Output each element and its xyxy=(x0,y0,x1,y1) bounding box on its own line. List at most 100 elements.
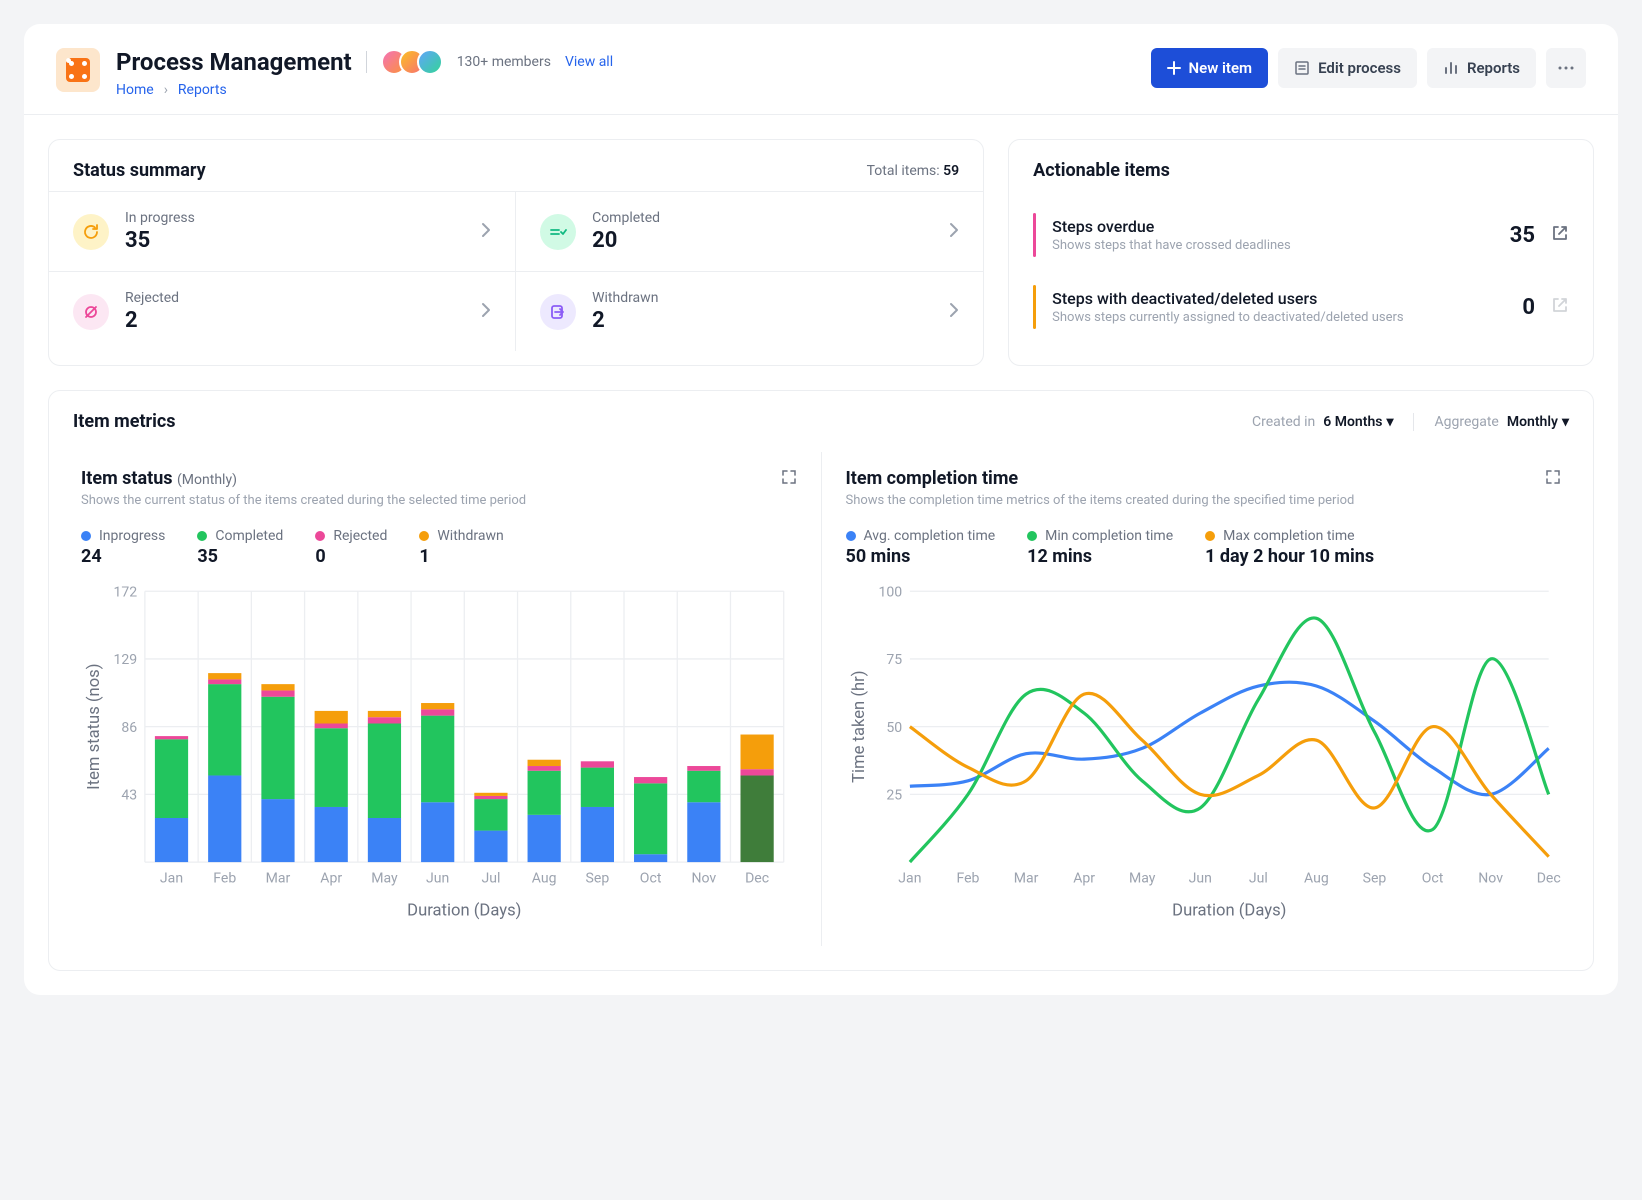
refresh-icon xyxy=(73,214,109,250)
svg-text:Feb: Feb xyxy=(956,871,979,887)
status-cell-completed[interactable]: Completed 20 xyxy=(516,192,983,272)
accent-bar xyxy=(1033,213,1036,257)
svg-text:Jan: Jan xyxy=(160,871,183,887)
legend-dot xyxy=(197,531,207,541)
legend-dot xyxy=(1027,531,1037,541)
aggregate-label: Aggregate xyxy=(1434,414,1498,430)
actionable-card: Actionable items Steps overdue Shows ste… xyxy=(1008,139,1594,366)
member-avatars[interactable] xyxy=(381,49,443,75)
legend-label: Withdrawn xyxy=(437,528,503,544)
new-item-button[interactable]: New item xyxy=(1151,48,1269,88)
svg-text:Mar: Mar xyxy=(266,871,291,887)
svg-text:Item status (nos): Item status (nos) xyxy=(85,663,104,789)
breadcrumb-reports[interactable]: Reports xyxy=(178,82,227,98)
legend-label: Inprogress xyxy=(99,528,165,544)
edit-process-button[interactable]: Edit process xyxy=(1278,48,1417,88)
chevron-right-icon xyxy=(481,222,491,242)
bar-chart-icon xyxy=(1443,60,1459,76)
svg-text:75: 75 xyxy=(886,652,902,668)
actionable-subtitle: Shows steps currently assigned to deacti… xyxy=(1052,310,1506,325)
svg-text:Oct: Oct xyxy=(1421,871,1443,887)
svg-text:50: 50 xyxy=(886,720,902,736)
status-label: Rejected xyxy=(125,290,465,306)
check-icon xyxy=(540,214,576,250)
status-label: In progress xyxy=(125,210,465,226)
view-all-link[interactable]: View all xyxy=(565,54,613,70)
exit-icon xyxy=(540,294,576,330)
status-label: Withdrawn xyxy=(592,290,933,306)
status-value: 35 xyxy=(125,228,465,253)
open-external-icon[interactable] xyxy=(1551,224,1569,246)
status-cell-rejected[interactable]: Rejected 2 xyxy=(49,272,516,351)
svg-text:86: 86 xyxy=(121,720,137,736)
actionable-item[interactable]: Steps overdue Shows steps that have cros… xyxy=(1033,199,1569,271)
created-in-dropdown[interactable]: 6 Months▾ xyxy=(1323,414,1393,430)
legend-value: 35 xyxy=(197,546,283,567)
chevron-right-icon xyxy=(949,222,959,242)
legend-label: Min completion time xyxy=(1045,528,1173,544)
chevron-right-icon: › xyxy=(164,82,168,98)
legend-value: 1 xyxy=(419,546,503,567)
avatar xyxy=(417,49,443,75)
more-button[interactable] xyxy=(1546,48,1586,88)
status-value: 2 xyxy=(125,308,465,333)
status-cell-withdrawn[interactable]: Withdrawn 2 xyxy=(516,272,983,351)
caret-down-icon: ▾ xyxy=(1386,414,1393,430)
svg-text:Dec: Dec xyxy=(1536,871,1560,887)
new-item-label: New item xyxy=(1189,59,1253,77)
legend-label: Rejected xyxy=(333,528,387,544)
svg-text:Sep: Sep xyxy=(1362,871,1386,887)
svg-text:Nov: Nov xyxy=(691,871,716,887)
legend-label: Completed xyxy=(215,528,283,544)
svg-text:Aug: Aug xyxy=(1304,871,1329,887)
legend-dot xyxy=(315,531,325,541)
legend-value: 50 mins xyxy=(846,546,996,567)
svg-text:May: May xyxy=(371,871,398,887)
app-logo xyxy=(56,48,100,92)
reports-button[interactable]: Reports xyxy=(1427,48,1536,88)
item-metrics-title: Item metrics xyxy=(73,411,176,432)
item-status-title: Item status (Monthly) xyxy=(81,468,237,489)
actionable-title: Steps overdue xyxy=(1052,217,1494,236)
svg-text:Aug: Aug xyxy=(532,871,557,887)
svg-text:129: 129 xyxy=(114,652,138,668)
expand-icon[interactable] xyxy=(781,469,797,489)
legend-value: 0 xyxy=(315,546,387,567)
svg-text:Jan: Jan xyxy=(898,871,921,887)
reports-label: Reports xyxy=(1467,59,1520,77)
chevron-right-icon xyxy=(949,302,959,322)
legend-value: 12 mins xyxy=(1027,546,1173,567)
svg-text:Jul: Jul xyxy=(1248,871,1267,887)
status-value: 20 xyxy=(592,228,933,253)
svg-text:172: 172 xyxy=(114,584,138,600)
legend-dot xyxy=(81,531,91,541)
aggregate-dropdown[interactable]: Monthly▾ xyxy=(1507,414,1569,430)
item-metrics-card: Item metrics Created in 6 Months▾ Aggreg… xyxy=(48,390,1594,971)
actionable-count: 0 xyxy=(1522,295,1535,320)
breadcrumb-home[interactable]: Home xyxy=(116,82,154,98)
chevron-right-icon xyxy=(481,302,491,322)
legend-item: Inprogress 24 xyxy=(81,528,165,567)
status-cell-in-progress[interactable]: In progress 35 xyxy=(49,192,516,272)
actionable-title: Actionable items xyxy=(1033,160,1170,181)
members-count: 130+ members xyxy=(457,54,551,70)
item-status-desc: Shows the current status of the items cr… xyxy=(81,493,797,508)
svg-text:Apr: Apr xyxy=(320,871,342,887)
expand-icon[interactable] xyxy=(1545,469,1561,489)
svg-text:43: 43 xyxy=(121,787,137,803)
actionable-subtitle: Shows steps that have crossed deadlines xyxy=(1052,238,1494,253)
legend-label: Max completion time xyxy=(1223,528,1354,544)
page-title: Process Management xyxy=(116,48,352,76)
actionable-item[interactable]: Steps with deactivated/deleted users Sho… xyxy=(1033,271,1569,343)
legend-dot xyxy=(1205,531,1215,541)
completion-time-line-chart: 255075100JanFebMarAprMayJunJulAugSepOctN… xyxy=(846,581,1562,926)
svg-text:Nov: Nov xyxy=(1478,871,1503,887)
completion-time-desc: Shows the completion time metrics of the… xyxy=(846,493,1562,508)
legend-dot xyxy=(846,531,856,541)
legend-item: Completed 35 xyxy=(197,528,283,567)
legend-item: Max completion time 1 day 2 hour 10 mins xyxy=(1205,528,1374,567)
svg-text:Jun: Jun xyxy=(426,871,449,887)
created-in-label: Created in xyxy=(1252,414,1315,430)
total-items: Total items: 59 xyxy=(867,163,960,179)
plus-icon xyxy=(1167,61,1181,75)
